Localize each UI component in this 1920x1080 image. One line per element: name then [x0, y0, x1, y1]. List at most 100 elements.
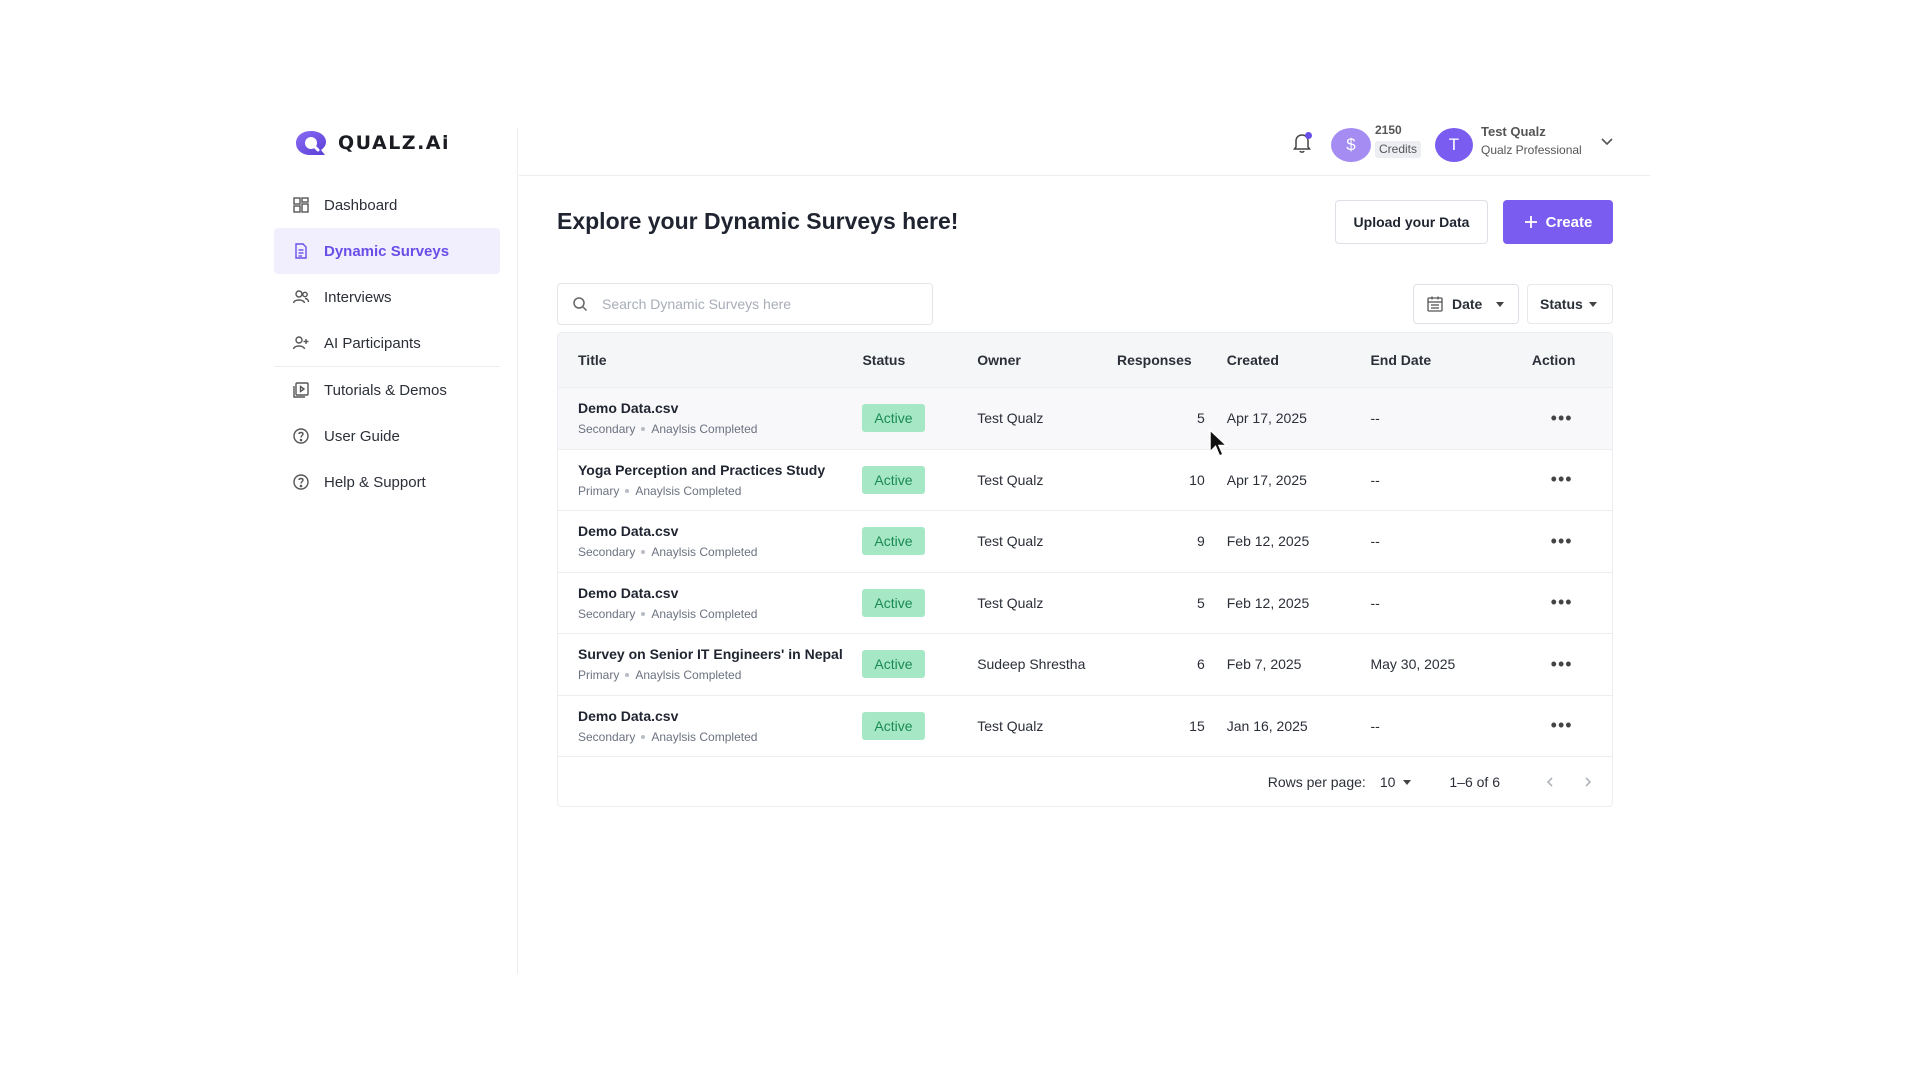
responses-count: 15: [1189, 717, 1205, 734]
credits-avatar[interactable]: $: [1331, 128, 1371, 162]
next-page-button[interactable]: [1576, 770, 1600, 794]
users-icon: [292, 290, 310, 304]
sidebar-item-interviews[interactable]: Interviews: [274, 274, 500, 320]
column-header-title[interactable]: Title: [558, 352, 862, 368]
survey-type: Secondary: [578, 606, 636, 621]
status-badge: Active: [862, 650, 925, 679]
plus-icon: [1524, 216, 1537, 228]
sidebar-item-ai-participants[interactable]: AI Participants: [274, 320, 500, 366]
previous-page-button[interactable]: [1538, 770, 1562, 794]
responses-count: 6: [1196, 656, 1205, 673]
column-header-end-date[interactable]: End Date: [1370, 352, 1495, 368]
responses-count: 5: [1196, 410, 1205, 427]
chevron-right-icon: [1585, 777, 1592, 787]
date-filter-label: Date: [1452, 296, 1483, 312]
sidebar-item-tutorials-demos[interactable]: Tutorials & Demos: [274, 367, 500, 413]
sidebar-item-help-support[interactable]: Help & Support: [274, 459, 500, 505]
video-library-icon: [293, 382, 309, 398]
more-actions-icon[interactable]: •••: [1551, 469, 1573, 489]
table-pagination: Rows per page: 10 1–6 of 6: [558, 757, 1612, 807]
column-header-responses[interactable]: Responses: [1117, 352, 1227, 368]
sidebar-item-label: User Guide: [324, 427, 400, 445]
survey-title[interactable]: Demo Data.csv: [578, 400, 862, 416]
bullet-separator: [625, 673, 630, 678]
sidebar-item-label: Dashboard: [324, 196, 398, 214]
caret-down-icon: [1403, 779, 1412, 785]
sidebar-item-label: Help & Support: [324, 473, 426, 491]
end-date: --: [1370, 717, 1380, 734]
credits-info[interactable]: 2150 Credits: [1375, 123, 1427, 159]
credits-label: Credits: [1375, 141, 1422, 159]
owner-name: Test Qualz: [977, 717, 1044, 734]
sidebar-item-label: Tutorials & Demos: [324, 381, 447, 399]
survey-title[interactable]: Demo Data.csv: [578, 708, 862, 724]
status-filter[interactable]: Status: [1527, 284, 1613, 324]
table-row[interactable]: Demo Data.csv Secondary Anaylsis Complete…: [558, 696, 1612, 757]
survey-title[interactable]: Demo Data.csv: [578, 523, 862, 539]
help-circle-icon: [293, 428, 309, 444]
user-info[interactable]: Test Qualz Qualz Professional: [1481, 124, 1582, 157]
column-header-action: Action: [1531, 352, 1576, 368]
chevron-down-icon[interactable]: [1598, 132, 1616, 150]
created-date: Apr 17, 2025: [1226, 410, 1307, 427]
status-badge: Active: [862, 404, 925, 433]
search-input[interactable]: [602, 296, 902, 312]
user-name: Test Qualz: [1481, 124, 1546, 139]
chevron-left-icon: [1546, 777, 1553, 787]
table-row[interactable]: Demo Data.csv Secondary Anaylsis Complete…: [558, 573, 1612, 634]
sidebar-item-label: Interviews: [324, 288, 392, 306]
more-actions-icon[interactable]: •••: [1551, 654, 1573, 674]
survey-title[interactable]: Demo Data.csv: [578, 585, 862, 601]
bullet-separator: [641, 734, 646, 739]
survey-meta: Secondary Anaylsis Completed: [578, 422, 862, 436]
survey-type: Secondary: [578, 545, 636, 560]
caret-down-icon: [1588, 301, 1597, 307]
more-actions-icon[interactable]: •••: [1551, 408, 1573, 428]
table-header: Title Status Owner Responses Created End…: [558, 333, 1612, 388]
status-badge: Active: [862, 465, 925, 494]
sidebar-item-user-guide[interactable]: User Guide: [274, 413, 500, 459]
credits-value: 2150: [1375, 123, 1402, 137]
survey-title[interactable]: Survey on Senior IT Engineers' in Nepal: [578, 646, 862, 662]
survey-meta: Secondary Anaylsis Completed: [578, 607, 862, 621]
analysis-status: Anaylsis Completed: [651, 545, 758, 560]
sidebar-item-dashboard[interactable]: Dashboard: [274, 182, 500, 228]
pagination-range: 1–6 of 6: [1449, 774, 1500, 790]
table-row[interactable]: Demo Data.csv Secondary Anaylsis Complete…: [558, 388, 1612, 450]
survey-type: Primary: [578, 483, 620, 498]
owner-name: Test Qualz: [977, 533, 1044, 550]
survey-title[interactable]: Yoga Perception and Practices Study: [578, 462, 862, 478]
date-filter[interactable]: Date: [1413, 284, 1519, 324]
table-row[interactable]: Demo Data.csv Secondary Anaylsis Complete…: [558, 511, 1612, 573]
more-actions-icon[interactable]: •••: [1551, 592, 1573, 612]
document-icon: [295, 243, 307, 259]
owner-name: Test Qualz: [977, 471, 1044, 488]
column-header-status[interactable]: Status: [862, 352, 977, 368]
notification-button[interactable]: [1289, 130, 1315, 156]
sidebar-item-dynamic-surveys[interactable]: Dynamic Surveys: [274, 228, 500, 274]
calendar-icon: [1427, 296, 1443, 312]
upload-data-button[interactable]: Upload your Data: [1335, 200, 1488, 244]
user-avatar[interactable]: T: [1435, 128, 1473, 162]
rows-per-page-select[interactable]: 10: [1380, 774, 1412, 790]
survey-type: Secondary: [578, 422, 636, 437]
table-row[interactable]: Survey on Senior IT Engineers' in Nepal …: [558, 634, 1612, 696]
responses-count: 10: [1189, 471, 1205, 488]
mouse-cursor-icon: [1209, 428, 1229, 457]
table-row[interactable]: Yoga Perception and Practices Study Prim…: [558, 450, 1612, 511]
end-date: May 30, 2025: [1370, 656, 1456, 673]
top-header: $ 2150 Credits T Test Qualz Qualz Profes…: [519, 123, 1650, 176]
rows-per-page-value: 10: [1379, 774, 1396, 790]
sidebar-item-label: Dynamic Surveys: [324, 242, 450, 260]
owner-name: Test Qualz: [977, 410, 1044, 427]
create-button[interactable]: Create: [1503, 200, 1613, 244]
more-actions-icon[interactable]: •••: [1551, 715, 1573, 735]
analysis-status: Anaylsis Completed: [651, 606, 758, 621]
more-actions-icon[interactable]: •••: [1551, 531, 1573, 551]
created-date: Feb 12, 2025: [1226, 533, 1310, 550]
column-header-created[interactable]: Created: [1227, 352, 1371, 368]
brand-name: QUALZ.Ai: [338, 132, 451, 154]
rows-per-page-label: Rows per page:: [1267, 774, 1366, 790]
brand-logo[interactable]: QUALZ.Ai: [292, 128, 450, 158]
column-header-owner[interactable]: Owner: [977, 352, 1117, 368]
